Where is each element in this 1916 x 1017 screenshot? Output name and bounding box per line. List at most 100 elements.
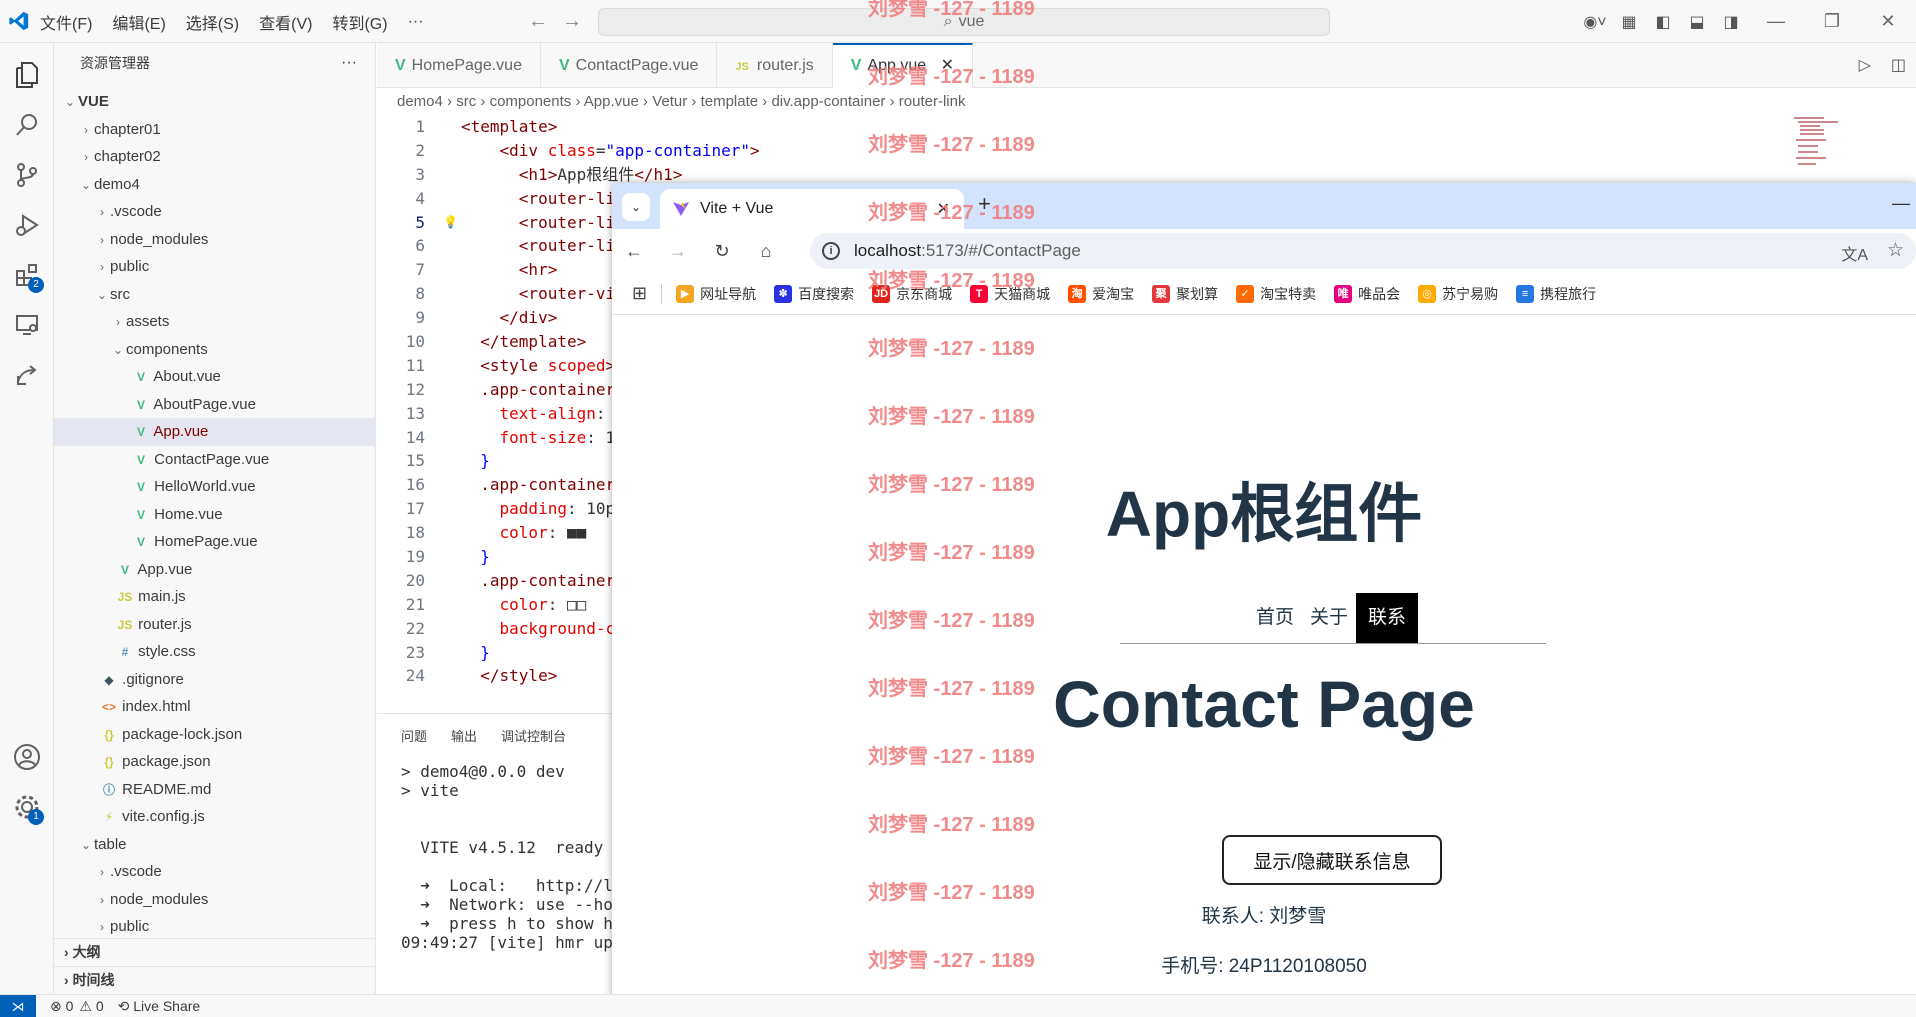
toggle-secondary-sidebar-icon[interactable]: ◨: [1714, 12, 1748, 32]
file-item[interactable]: ⓘ README.md: [54, 776, 376, 804]
folder-item[interactable]: › public: [54, 253, 376, 281]
bookmark-item[interactable]: T 天猫商城: [970, 284, 1050, 304]
menu-item[interactable]: 选择(S): [186, 10, 239, 34]
bookmark-item[interactable]: ≡ 携程旅行: [1516, 284, 1596, 304]
toggle-sidebar-icon[interactable]: ◧: [1646, 12, 1680, 32]
errors-count[interactable]: ⊗ 0: [50, 998, 73, 1015]
source-control-icon[interactable]: [0, 151, 54, 199]
breadcrumb-item[interactable]: src: [456, 93, 476, 110]
minimize-icon[interactable]: —: [1748, 11, 1804, 32]
outline-section[interactable]: › 大纲: [54, 938, 376, 965]
panel-tab[interactable]: 问题: [401, 726, 427, 745]
explorer-more-icon[interactable]: ···: [341, 43, 357, 83]
translate-icon[interactable]: 文A: [1841, 241, 1868, 265]
nav-link[interactable]: 关于: [1302, 593, 1356, 643]
live-share-icon[interactable]: [0, 351, 54, 399]
folder-item[interactable]: › public: [54, 913, 376, 941]
explorer-icon[interactable]: [0, 51, 54, 99]
warnings-count[interactable]: ⚠ 0: [79, 998, 103, 1015]
browser-minimize-icon[interactable]: —: [1892, 193, 1910, 214]
browser-forward-icon[interactable]: →: [656, 241, 700, 262]
file-item[interactable]: <> index.html: [54, 693, 376, 721]
remote-indicator-icon[interactable]: ⋊: [0, 994, 36, 1017]
tab-router-js[interactable]: JS router.js: [717, 43, 833, 88]
bookmark-item[interactable]: ▶ 网址导航: [676, 284, 756, 304]
folder-item[interactable]: ⌄ VUE: [54, 88, 376, 116]
menu-item[interactable]: 查看(V): [259, 10, 312, 34]
address-bar[interactable]: i localhost:5173/#/ContactPage 文A ☆: [810, 233, 1916, 269]
live-share-status[interactable]: ⟲ Live Share: [118, 998, 201, 1015]
new-tab-icon[interactable]: +: [978, 191, 991, 217]
customize-layout-icon[interactable]: ▦: [1612, 12, 1646, 32]
folder-item[interactable]: ⌄ demo4: [54, 171, 376, 199]
bookmark-item[interactable]: ✽ 百度搜索: [774, 284, 854, 304]
file-item[interactable]: {} package-lock.json: [54, 721, 376, 749]
folder-item[interactable]: › node_modules: [54, 226, 376, 254]
nav-link[interactable]: 联系: [1356, 592, 1419, 643]
tab-search-icon[interactable]: ⌄: [622, 193, 650, 221]
apps-grid-icon[interactable]: ⊞: [632, 283, 647, 304]
file-item[interactable]: # style.css: [54, 638, 376, 666]
accounts-icon[interactable]: [0, 733, 54, 781]
breadcrumb-item[interactable]: router-link: [899, 93, 966, 110]
back-arrow-icon[interactable]: ←: [528, 10, 548, 33]
file-item[interactable]: {} package.json: [54, 748, 376, 776]
folder-item[interactable]: ⌄ components: [54, 336, 376, 364]
bookmark-item[interactable]: ✓ 淘宝特卖: [1236, 284, 1316, 304]
folder-item[interactable]: › chapter02: [54, 143, 376, 171]
folder-item[interactable]: › .vscode: [54, 858, 376, 886]
tab-homepage-vue[interactable]: V HomePage.vue: [377, 43, 541, 88]
home-icon[interactable]: ⌂: [744, 241, 788, 262]
site-info-icon[interactable]: i: [822, 242, 840, 260]
bookmark-item[interactable]: ◎ 苏宁易购: [1418, 284, 1498, 304]
breadcrumb-item[interactable]: components: [490, 93, 572, 110]
forward-arrow-icon[interactable]: →: [562, 10, 582, 33]
file-item[interactable]: V App.vue: [54, 556, 376, 584]
bookmark-item[interactable]: 唯唯品会: [1334, 284, 1400, 304]
menu-item[interactable]: 转到(G): [332, 10, 387, 34]
copilot-icon[interactable]: ◉˅: [1578, 12, 1612, 32]
breadcrumb-item[interactable]: div.app-container: [771, 93, 885, 110]
code-editor[interactable]: 1 <template> 2 <div class="app-container">…: [377, 115, 760, 688]
bookmark-item[interactable]: 聚聚划算: [1152, 284, 1218, 304]
remote-explorer-icon[interactable]: [0, 301, 54, 349]
breadcrumb-item[interactable]: template: [701, 93, 759, 110]
folder-item[interactable]: › chapter01: [54, 116, 376, 144]
search-icon[interactable]: [0, 101, 54, 149]
folder-item[interactable]: ⌄ src: [54, 281, 376, 309]
reload-icon[interactable]: ↻: [700, 241, 744, 262]
browser-back-icon[interactable]: ←: [612, 241, 656, 262]
folder-item[interactable]: › node_modules: [54, 886, 376, 914]
menu-item[interactable]: ···: [408, 13, 424, 31]
bookmark-star-icon[interactable]: ☆: [1887, 239, 1904, 262]
close-tab-icon[interactable]: ✕: [937, 199, 950, 219]
file-item[interactable]: V HelloWorld.vue: [54, 473, 376, 501]
menu-item[interactable]: 编辑(E): [112, 10, 165, 34]
file-item[interactable]: V AboutPage.vue: [54, 391, 376, 419]
file-item[interactable]: JS router.js: [54, 611, 376, 639]
lightbulb-icon[interactable]: 💡: [443, 211, 458, 235]
file-item[interactable]: V App.vue: [54, 418, 376, 446]
file-item[interactable]: V HomePage.vue: [54, 528, 376, 556]
bookmark-item[interactable]: 淘爱淘宝: [1068, 284, 1134, 304]
settings-gear-icon[interactable]: 1: [0, 783, 54, 831]
file-item[interactable]: JS main.js: [54, 583, 376, 611]
folder-item[interactable]: › assets: [54, 308, 376, 336]
restore-icon[interactable]: ❐: [1804, 11, 1860, 32]
breadcrumb-item[interactable]: demo4: [397, 93, 443, 110]
tab-app-vue[interactable]: V App.vue ✕: [832, 43, 974, 88]
file-item[interactable]: V ContactPage.vue: [54, 446, 376, 474]
breadcrumb-item[interactable]: App.vue: [584, 93, 639, 110]
run-icon[interactable]: ▷: [1859, 55, 1871, 75]
close-tab-icon[interactable]: ✕: [936, 57, 954, 74]
browser-tab[interactable]: Vite + Vue ✕: [660, 189, 964, 229]
breadcrumb-item[interactable]: Vetur: [652, 93, 687, 110]
run-debug-icon[interactable]: [0, 201, 54, 249]
toggle-panel-icon[interactable]: ⬓: [1680, 12, 1714, 32]
file-item[interactable]: ◆ .gitignore: [54, 666, 376, 694]
split-editor-icon[interactable]: ◫: [1891, 55, 1906, 75]
nav-link[interactable]: 首页: [1248, 593, 1302, 643]
close-window-icon[interactable]: ✕: [1860, 11, 1916, 32]
folder-item[interactable]: › .vscode: [54, 198, 376, 226]
panel-tab[interactable]: 调试控制台: [501, 726, 566, 745]
